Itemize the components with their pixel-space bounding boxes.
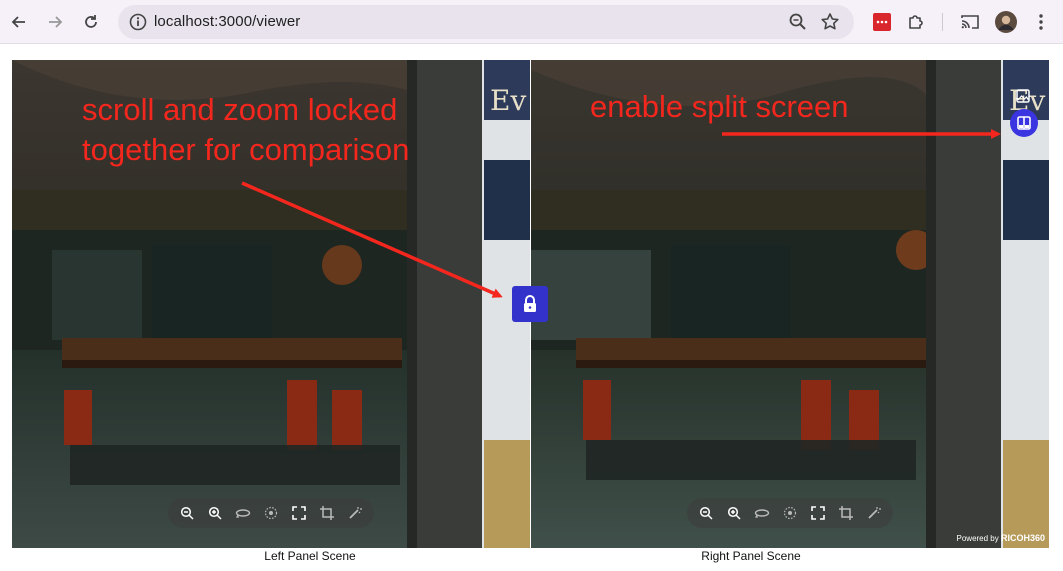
magic-wand-icon[interactable] [863, 502, 885, 524]
left-panel-label: Left Panel Scene [264, 549, 356, 563]
gyro-icon[interactable] [260, 502, 282, 524]
bookmark-star-icon[interactable] [820, 12, 840, 32]
puzzle-extensions-icon[interactable] [904, 10, 928, 34]
fullscreen-icon[interactable] [288, 502, 310, 524]
annotation-line: together for comparison [82, 132, 410, 167]
profile-avatar[interactable] [994, 10, 1018, 34]
zoom-out-icon[interactable] [176, 502, 198, 524]
browser-toolbar: localhost:3000/viewer [0, 0, 1063, 44]
address-bar[interactable]: localhost:3000/viewer [118, 5, 854, 39]
sync-lock-button[interactable] [512, 286, 548, 322]
image-icon [1016, 89, 1030, 103]
gyro-icon[interactable] [779, 502, 801, 524]
annotation-sync-note: scroll and zoom locked together for comp… [82, 90, 409, 170]
crop-icon[interactable] [835, 502, 857, 524]
zoom-out-icon[interactable] [695, 502, 717, 524]
split-screen-icon [1017, 116, 1031, 130]
powered-by-prefix: Powered by [956, 534, 999, 543]
annotation-split-note: enable split screen [590, 89, 849, 124]
site-info-icon[interactable] [128, 12, 148, 32]
svg-text:Ev: Ev [490, 84, 526, 117]
annotation-line: scroll and zoom locked [82, 92, 398, 127]
rotate-icon[interactable] [751, 502, 773, 524]
zoom-in-icon[interactable] [204, 502, 226, 524]
crop-icon[interactable] [316, 502, 338, 524]
magic-wand-icon[interactable] [344, 502, 366, 524]
panorama-scene[interactable]: Ev [531, 60, 1049, 548]
extension-icon[interactable] [870, 10, 894, 34]
powered-by-brand: RICOH360 [1000, 533, 1045, 543]
url-text[interactable]: localhost:3000/viewer [154, 13, 300, 30]
toolbar-divider [942, 13, 943, 31]
lock-icon [524, 295, 536, 312]
right-panel-viewer[interactable]: Ev [531, 60, 1049, 548]
right-panel-label: Right Panel Scene [701, 549, 801, 563]
cast-icon[interactable] [958, 10, 982, 34]
viewer-toolbar [687, 498, 893, 528]
single-view-button[interactable] [1011, 84, 1035, 108]
fullscreen-icon[interactable] [807, 502, 829, 524]
more-menu-icon[interactable] [1029, 10, 1053, 34]
back-arrow-icon[interactable] [5, 8, 33, 36]
powered-by-credit: Powered by RICOH360 [957, 533, 1046, 543]
forward-arrow-icon[interactable] [41, 8, 69, 36]
zoom-in-icon[interactable] [723, 502, 745, 524]
reload-icon[interactable] [77, 8, 105, 36]
zoom-icon[interactable] [788, 12, 808, 32]
split-screen-button[interactable] [1010, 109, 1038, 137]
rotate-icon[interactable] [232, 502, 254, 524]
viewer-toolbar [168, 498, 374, 528]
